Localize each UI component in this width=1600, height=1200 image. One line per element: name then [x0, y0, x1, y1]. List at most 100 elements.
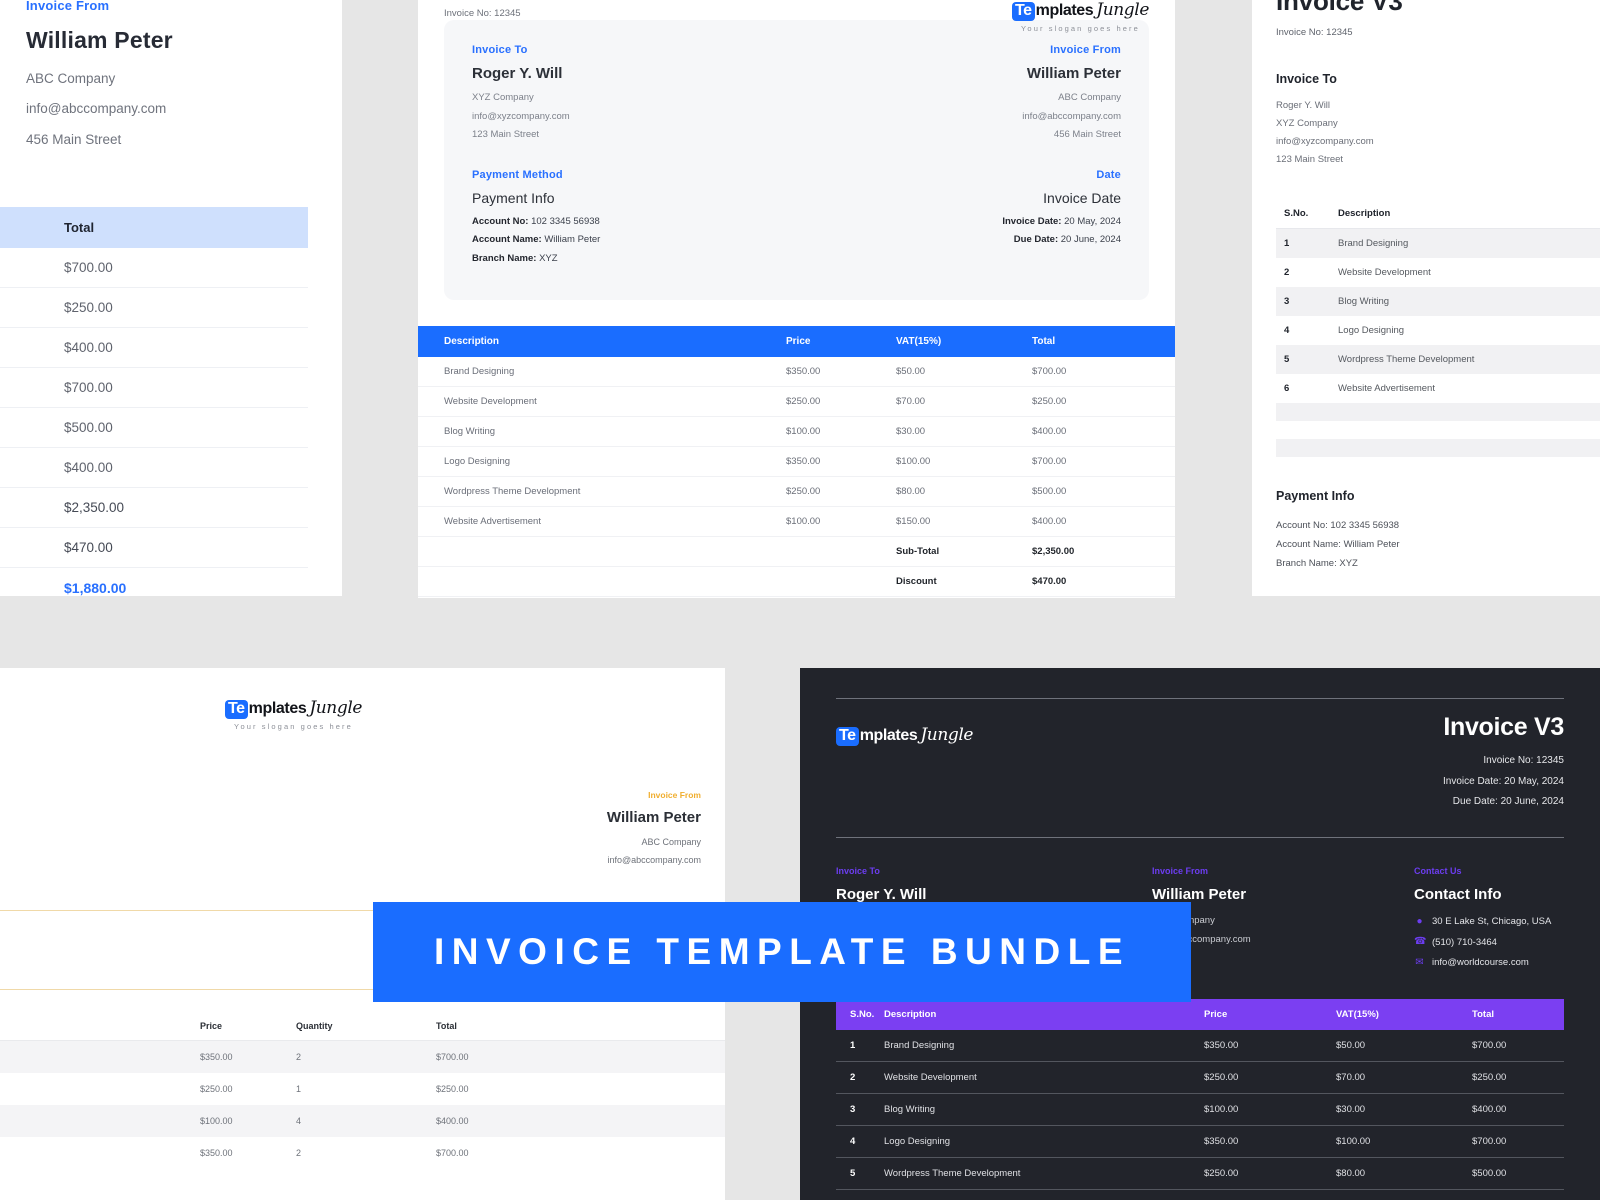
cell-total: $400.00: [1472, 1093, 1564, 1126]
invoice-date: Invoice Date: 20 May, 2024: [1443, 775, 1564, 787]
table-row: 3Blog Writing$100.004$400.00: [0, 1105, 725, 1138]
account-name-key: Account Name:: [472, 234, 542, 246]
cell-spacer: [786, 536, 896, 568]
col-price: Price: [200, 1012, 296, 1042]
invoice-to-address: 123 Main Street: [1276, 154, 1344, 166]
cell-price: $250.00: [786, 386, 896, 418]
cell-vat: $30.00: [1336, 1093, 1472, 1126]
cell-subtotal-value: $2,350.00: [1032, 536, 1175, 568]
branch-name-line: Branch Name: XYZ: [1276, 558, 1358, 570]
summary-row-grandtotal: nd-Total$1,880.00: [0, 568, 308, 596]
cell-price: $350.00: [786, 357, 896, 388]
cell-vat: $30.00: [896, 416, 1032, 448]
table-row: Website Development $250.00 $70.00 $250.00: [418, 386, 1175, 418]
cell-price: $100.00: [1204, 1189, 1336, 1200]
invoice-to-name: Roger Y. Will: [836, 885, 927, 903]
cell-description: Website Development: [418, 386, 786, 418]
invoice-from-email: info@abccompany.com: [1152, 933, 1251, 945]
table-row: [1276, 403, 1600, 422]
cell-spacer: [418, 566, 786, 598]
cell-description: Website Development: [1338, 267, 1431, 279]
cell-price: $100.00: [200, 1116, 233, 1127]
cell-total: $250.00: [436, 1084, 469, 1095]
invoice-v1-clipped-panel: Invoice From William Peter ABC Company i…: [0, 0, 342, 596]
brand-logo-container: Te mplates Jungle: [836, 699, 973, 746]
contact-address-row: ● 30 E Lake St, Chicago, USA: [1414, 912, 1564, 933]
table-row: 1 Brand Designing: [1276, 228, 1600, 259]
cell-sno: 6: [1284, 383, 1290, 395]
table-row: 4 Logo Designing $350.00 $100.00 $700.00: [836, 1125, 1564, 1158]
page-title: Invoice V3: [1443, 713, 1564, 741]
invoice-date-title: Invoice Date: [1043, 189, 1121, 206]
cell-total: $700.00: [1032, 446, 1175, 478]
cell-vat: $80.00: [1336, 1157, 1472, 1190]
branch-name-value: XYZ: [539, 252, 558, 264]
table-row: 6 Website Advertisement: [1276, 374, 1600, 403]
col-sno: S.No.: [1276, 199, 1338, 230]
account-name-value: William Peter: [544, 234, 601, 246]
col-quantity: ntity: [0, 207, 64, 249]
cell-description: Website Development: [0, 1073, 200, 1105]
contact-info-title: Contact Info: [1414, 885, 1502, 903]
cell-spacer: [418, 536, 786, 568]
invoice-from-name: William Peter: [1026, 65, 1121, 82]
table-row: $700.00: [0, 367, 308, 409]
contact-phone-row: ☎ (510) 710-3464: [1414, 932, 1564, 953]
invoice-to-company: XYZ Company: [1276, 118, 1338, 130]
cell-description: Blog Writing: [1338, 296, 1390, 308]
table-row: 2 Website Development $250.00 $70.00 $250.00: [836, 1061, 1564, 1094]
cell-subtotal-label: -Total: [0, 487, 64, 529]
cell-description: Blog Writing: [884, 1093, 1204, 1126]
col-vat: VAT(15%): [1336, 999, 1472, 1030]
cell-description: Wordpress Theme Development: [1338, 354, 1475, 366]
invoice-from-email: info@abccompany.com: [607, 855, 701, 866]
due-date-value: 20 June, 2024: [1060, 234, 1121, 246]
cell-vat: $70.00: [1336, 1061, 1472, 1094]
invoice-to-label: Invoice To: [1276, 72, 1337, 86]
templates-jungle-logo: Te mplates Jungle: [836, 725, 973, 746]
invoice-from-email: info@abccompany.com: [1022, 110, 1121, 122]
payment-info-title: Payment Info: [472, 189, 555, 206]
invoice-to-email: info@xyzcompany.com: [1276, 136, 1374, 148]
cell-sno: 1: [836, 1030, 884, 1062]
parties-and-payment-box: Invoice To Roger Y. Will XYZ Company inf…: [444, 20, 1149, 301]
envelope-icon: ✉: [1415, 956, 1424, 968]
invoice-date-key: Invoice Date:: [1002, 215, 1062, 227]
cell-quantity: [0, 248, 64, 289]
cell-sno: [1276, 439, 1338, 457]
items-table: S.No. Description Price VAT(15%) Total 1…: [836, 999, 1564, 1200]
items-table: No. Description Price Quantity Total 1 Br…: [0, 1012, 725, 1169]
cell-total: $400.00: [64, 327, 308, 369]
payment-info-lines: Account No: 102 3345 56938 Account Name:…: [1276, 516, 1600, 573]
banner-text: INVOICE TEMPLATE BUNDLE: [434, 931, 1130, 972]
col-description: Description: [884, 999, 1204, 1030]
table-row: Blog Writing $100.00 $30.00 $400.00: [418, 416, 1175, 448]
table-row: 1Brand Designing$350.002$700.00: [0, 1040, 725, 1074]
cell-sno: 3: [836, 1093, 884, 1126]
cell-price: $250.00: [1204, 1157, 1336, 1190]
col-quantity: Quantity: [296, 1012, 436, 1042]
cell-vat: $150.00: [896, 506, 1032, 538]
page-title: Invoice V3: [1276, 0, 1403, 16]
contact-email: info@worldcourse.com: [1432, 957, 1529, 969]
items-table: S.No. Description 1 Brand Designing 2 Websi…: [1276, 199, 1600, 458]
col-total: Total: [436, 1012, 725, 1042]
cell-description: [1338, 421, 1600, 439]
due-date: Due Date: 20 June, 2024: [1452, 796, 1564, 807]
cell-description: Website Advertisement: [418, 506, 786, 538]
account-no-line: Account No: 102 3345 56938: [1276, 520, 1400, 532]
cell-total: $500.00: [64, 407, 308, 449]
cell-description: Logo Designing: [884, 1125, 1204, 1158]
cell-quantity: 2: [296, 1148, 302, 1159]
cell-subtotal-value: $2,350.00: [64, 487, 308, 529]
cell-description: Website Advertisement: [884, 1189, 1204, 1200]
cell-total: $700.00: [436, 1148, 469, 1159]
account-name-line: Account Name: William Peter: [472, 231, 600, 250]
invoice-from-label: Invoice From: [648, 790, 701, 800]
templates-jungle-logo: Te mplates Jungle Your slogan goes here: [1011, 0, 1149, 33]
table-row: 5 Wordpress Theme Development: [1276, 345, 1600, 375]
account-no-line: Account No: 102 3345 56938: [472, 213, 600, 232]
contact-phone: (510) 710-3464: [1432, 936, 1497, 948]
cell-description: Brand Designing: [1338, 238, 1409, 250]
invoice-from-name: William Peter: [26, 27, 173, 53]
